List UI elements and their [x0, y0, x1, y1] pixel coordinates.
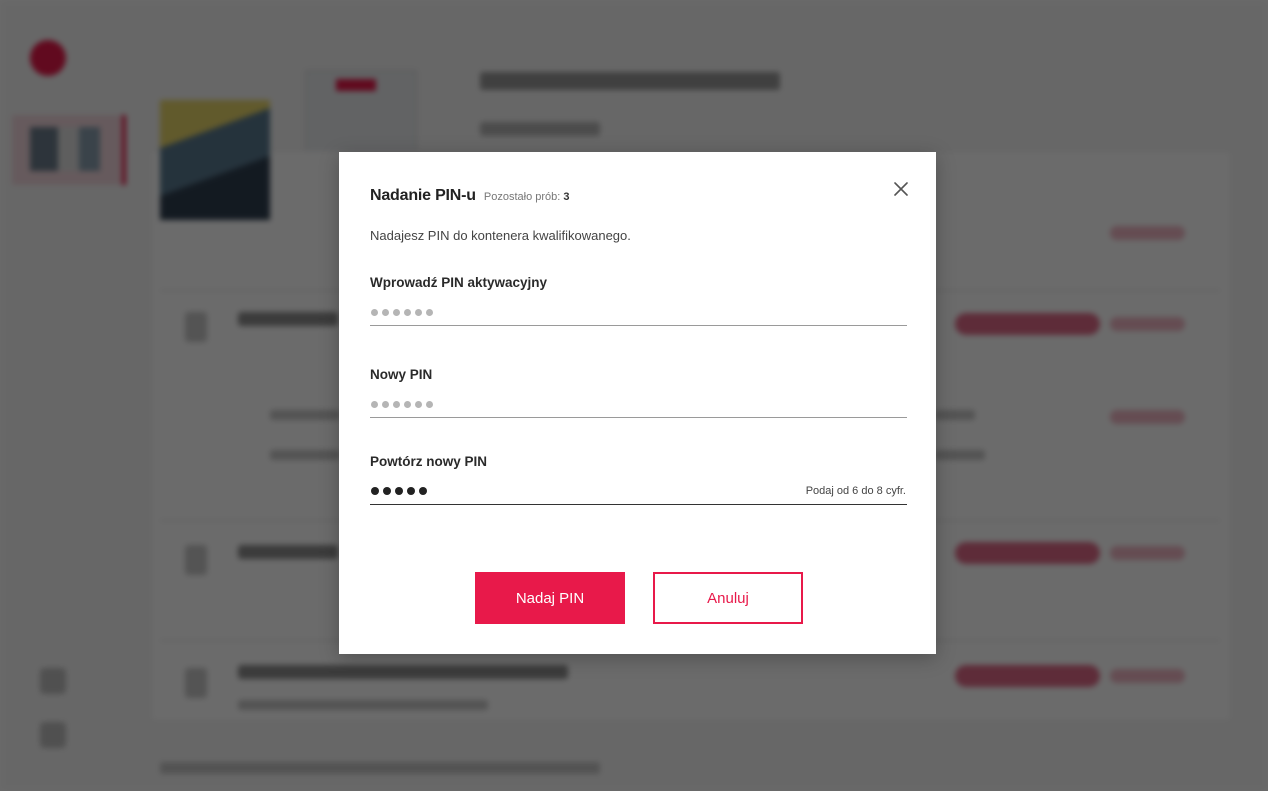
repeat-pin-label: Powtórz nowy PIN: [370, 454, 488, 469]
new-pin-field: Nowy PIN: [370, 367, 907, 418]
attempts-label: Pozostało prób:: [483, 191, 561, 203]
attempts-remaining: Pozostało prób: 3: [484, 191, 570, 203]
pin-entered-dots: [370, 487, 427, 495]
activation-pin-label: Wprowadź PIN aktywacyjny: [370, 275, 548, 290]
dialog-description: Nadajesz PIN do kontenera kwalifikowaneg…: [370, 228, 631, 243]
attempts-count: 3: [563, 191, 570, 203]
new-pin-label: Nowy PIN: [370, 367, 433, 382]
cancel-button[interactable]: Anuluj: [653, 572, 803, 624]
dialog-header: Nadanie PIN-u Pozostało prób: 3: [370, 187, 569, 205]
set-pin-dialog: Nadanie PIN-u Pozostało prób: 3 Nadajesz …: [339, 152, 936, 654]
set-pin-button[interactable]: Nadaj PIN: [475, 572, 625, 624]
activation-pin-field: Wprowadź PIN aktywacyjny: [370, 275, 907, 326]
close-icon: [894, 182, 908, 196]
new-pin-input[interactable]: [370, 391, 907, 418]
repeat-pin-input[interactable]: Podaj od 6 do 8 cyfr.: [370, 478, 907, 505]
page: Nadanie PIN-u Pozostało prób: 3 Nadajesz …: [0, 0, 1268, 791]
close-button[interactable]: [888, 176, 914, 202]
activation-pin-input[interactable]: [370, 299, 907, 326]
pin-length-hint: Podaj od 6 do 8 cyfr.: [805, 485, 906, 497]
pin-placeholder-dots: [370, 308, 433, 316]
pin-placeholder-dots: [370, 400, 433, 408]
dialog-title: Nadanie PIN-u: [370, 187, 476, 204]
repeat-pin-field: Powtórz nowy PIN Podaj od 6 do 8 cyfr.: [370, 454, 907, 505]
